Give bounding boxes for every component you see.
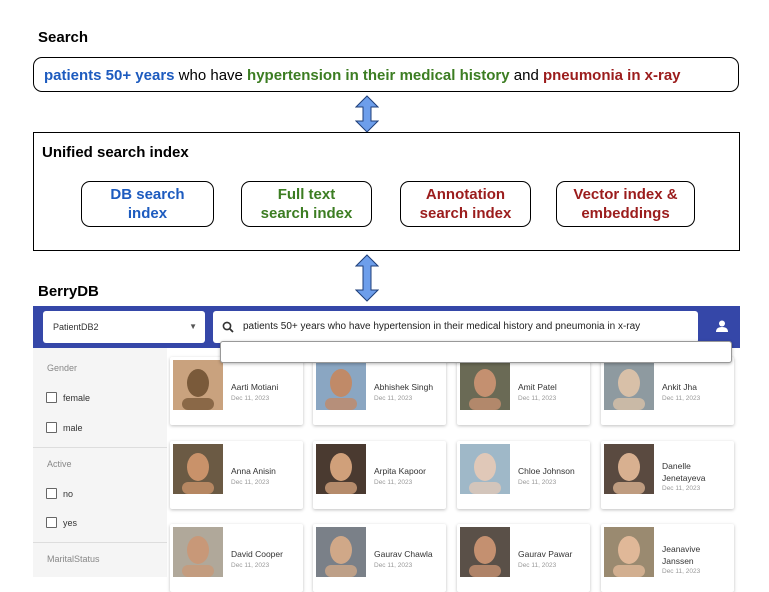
database-select-value: PatientDB2 — [53, 322, 99, 332]
fulltext-line1: Full text — [277, 186, 336, 203]
berrydb-title: BerryDB — [38, 283, 99, 300]
checkbox-icon[interactable] — [46, 422, 57, 433]
filter-option-male[interactable]: male — [46, 422, 83, 433]
patient-date: Dec 11, 2023 — [231, 479, 270, 486]
vector-line2: embeddings — [581, 205, 670, 222]
patient-card[interactable]: David Cooper Dec 11, 2023 — [170, 524, 303, 592]
vector-index-box: Vector index & embeddings — [556, 181, 695, 227]
patient-date: Dec 11, 2023 — [518, 395, 557, 402]
patient-date: Dec 11, 2023 — [662, 568, 701, 575]
patient-name: Danelle Jenetayeva — [662, 461, 706, 483]
patient-card[interactable]: Jeanavive Janssen Dec 11, 2023 — [601, 524, 734, 592]
search-section-title: Search — [38, 29, 89, 46]
patient-name: Gaurav Pawar — [518, 549, 573, 559]
patient-photo — [173, 527, 223, 577]
fulltext-line2: search index — [260, 205, 353, 222]
double-arrow-icon — [355, 95, 379, 133]
caret-down-icon: ▼ — [189, 322, 197, 331]
annotation-line1: Annotation — [425, 186, 506, 203]
database-select[interactable]: PatientDB2 ▼ — [43, 311, 205, 343]
filter-option-label: yes — [63, 517, 78, 528]
db-index-line2: index — [127, 205, 168, 222]
patient-photo — [460, 444, 510, 494]
patient-card[interactable]: Chloe Johnson Dec 11, 2023 — [457, 441, 590, 509]
query-xray-term: pneumonia in x-ray — [542, 67, 681, 84]
patient-name: Anna Anisin — [231, 466, 276, 476]
patient-date: Dec 11, 2023 — [662, 395, 701, 402]
search-input-value: patients 50+ years who have hypertension… — [243, 321, 641, 332]
checkbox-icon[interactable] — [46, 517, 57, 528]
filter-heading-marital-status: MaritalStatus — [47, 554, 100, 564]
query-age-term: patients 50+ years — [44, 67, 175, 84]
patient-name: Ankit Jha — [662, 382, 697, 392]
user-icon[interactable] — [715, 319, 729, 333]
double-arrow-icon — [355, 254, 379, 302]
query-history-term: hypertension in their medical history — [247, 67, 510, 84]
patient-photo — [604, 444, 654, 494]
patient-photo — [316, 527, 366, 577]
patient-card[interactable]: Ankit Jha Dec 11, 2023 — [601, 357, 734, 425]
query-connector-1: who have — [174, 67, 248, 84]
patient-name: Amit Patel — [518, 382, 557, 392]
patient-card[interactable]: Gaurav Chawla Dec 11, 2023 — [313, 524, 446, 592]
patient-date: Dec 11, 2023 — [662, 485, 701, 492]
search-suggestions-dropdown[interactable] — [220, 341, 732, 363]
unified-index-title: Unified search index — [42, 144, 189, 161]
annotation-index-box: Annotation search index — [400, 181, 531, 227]
full-text-index-box: Full text search index — [241, 181, 372, 227]
patient-date: Dec 11, 2023 — [231, 562, 270, 569]
patient-date: Dec 11, 2023 — [374, 479, 413, 486]
patient-date: Dec 11, 2023 — [518, 562, 557, 569]
patient-name: Jeanavive Janssen — [662, 544, 701, 566]
patient-name: Gaurav Chawla — [374, 549, 433, 559]
filter-option-no[interactable]: no — [46, 488, 73, 499]
patient-photo — [316, 360, 366, 410]
patient-photo — [173, 360, 223, 410]
patient-card[interactable]: Anna Anisin Dec 11, 2023 — [170, 441, 303, 509]
checkbox-icon[interactable] — [46, 392, 57, 403]
patient-date: Dec 11, 2023 — [518, 479, 557, 486]
search-input[interactable]: patients 50+ years who have hypertension… — [213, 311, 698, 343]
sidebar-divider — [33, 542, 167, 543]
sidebar-divider — [33, 447, 167, 448]
patient-card[interactable]: Gaurav Pawar Dec 11, 2023 — [457, 524, 590, 592]
search-icon — [222, 321, 234, 333]
patient-photo — [604, 360, 654, 410]
patient-name: Abhishek Singh — [374, 382, 434, 392]
filter-option-label: male — [63, 422, 83, 433]
checkbox-icon[interactable] — [46, 488, 57, 499]
query-connector-2: and — [509, 67, 543, 84]
patient-photo — [173, 444, 223, 494]
patient-photo — [604, 527, 654, 577]
patient-photo — [460, 360, 510, 410]
patient-name: Arpita Kapoor — [374, 466, 426, 476]
annotation-line2: search index — [419, 205, 512, 222]
search-query-box[interactable]: patients 50+ years who have hypertension… — [33, 57, 739, 92]
db-search-index-box: DB search index — [81, 181, 214, 227]
patient-name: Aarti Motiani — [231, 382, 279, 392]
filter-heading-active: Active — [47, 459, 72, 469]
patient-card[interactable]: Abhishek Singh Dec 11, 2023 — [313, 357, 446, 425]
patient-date: Dec 11, 2023 — [374, 395, 413, 402]
filter-heading-gender: Gender — [47, 363, 78, 373]
filter-option-label: female — [63, 392, 91, 403]
patient-date: Dec 11, 2023 — [374, 562, 413, 569]
filter-option-yes[interactable]: yes — [46, 517, 77, 528]
patient-photo — [316, 444, 366, 494]
patient-date: Dec 11, 2023 — [231, 395, 270, 402]
patient-card[interactable]: Amit Patel Dec 11, 2023 — [457, 357, 590, 425]
patient-name: David Cooper — [231, 549, 283, 559]
patient-photo — [460, 527, 510, 577]
filter-option-label: no — [63, 488, 74, 499]
patient-card[interactable]: Arpita Kapoor Dec 11, 2023 — [313, 441, 446, 509]
patient-card[interactable]: Danelle Jenetayeva Dec 11, 2023 — [601, 441, 734, 509]
db-index-line1: DB search — [110, 186, 185, 203]
vector-line1: Vector index & — [573, 186, 678, 203]
filter-option-female[interactable]: female — [46, 392, 90, 403]
patient-name: Chloe Johnson — [518, 466, 575, 476]
patient-card[interactable]: Aarti Motiani Dec 11, 2023 — [170, 357, 303, 425]
